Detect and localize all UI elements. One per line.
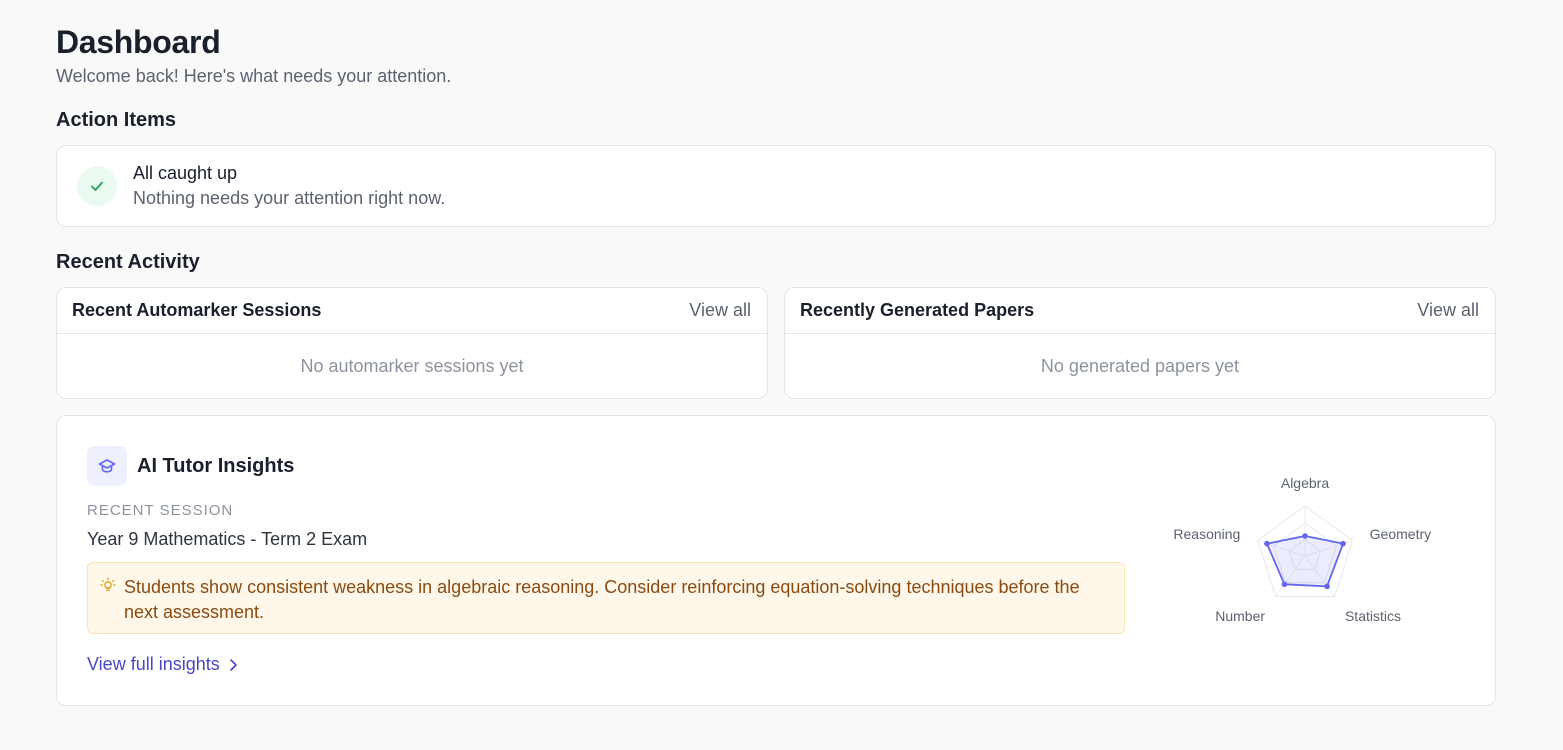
generated-papers-card: Recently Generated Papers View all No ge… xyxy=(784,287,1496,399)
view-full-insights-link[interactable]: View full insights xyxy=(87,654,238,675)
check-icon xyxy=(77,166,117,206)
radar-point-number xyxy=(1281,581,1288,588)
papers-empty-state: No generated papers yet xyxy=(1040,356,1240,376)
radar-label-algebra: Algebra xyxy=(1281,475,1329,491)
radar-label-reasoning: Reasoning xyxy=(1173,526,1240,542)
action-status-title: All caught up xyxy=(133,163,238,183)
automarker-card-title: Recent Automarker Sessions xyxy=(72,300,322,320)
insight-alert: Students show consistent weakness in alg… xyxy=(87,562,1125,634)
graduation-cap-icon xyxy=(87,446,127,486)
automarker-sessions-card: Recent Automarker Sessions View all No a… xyxy=(56,287,768,399)
skills-radar-chart: Algebra Geometry Statistics Number Reasoning xyxy=(1173,475,1431,624)
page-subtitle: Welcome back! Here's what needs your att… xyxy=(56,66,452,86)
radar-label-statistics: Statistics xyxy=(1345,608,1401,624)
radar-point-reasoning xyxy=(1264,540,1270,547)
papers-view-all-link[interactable]: View all xyxy=(1417,300,1479,321)
page-title: Dashboard xyxy=(56,24,221,60)
radar-point-geometry xyxy=(1340,540,1346,547)
radar-series-area xyxy=(1266,535,1344,588)
chevron-right-icon xyxy=(229,658,237,671)
automarker-view-all-link[interactable]: View all xyxy=(689,300,751,321)
papers-card-title: Recently Generated Papers xyxy=(800,300,1035,320)
action-status-message: Nothing needs your attention right now. xyxy=(133,188,446,208)
view-full-insights-label: View full insights xyxy=(87,654,220,674)
action-items-heading: Action Items xyxy=(56,109,177,131)
radar-label-geometry: Geometry xyxy=(1370,526,1431,542)
automarker-empty-state: No automarker sessions yet xyxy=(300,356,524,376)
insight-alert-text: Students show consistent weakness in alg… xyxy=(124,577,1080,622)
recent-activity-grid: Recent Automarker Sessions View all No a… xyxy=(56,287,1496,399)
action-items-card: All caught up Nothing needs your attenti… xyxy=(56,145,1496,227)
radar-label-number: Number xyxy=(1215,608,1265,624)
ai-tutor-insights-card: AI Tutor Insights RECENT SESSION Year 9 … xyxy=(56,415,1496,706)
papers-card-header: Recently Generated Papers View all xyxy=(785,288,1495,334)
automarker-card-header: Recent Automarker Sessions View all xyxy=(57,288,767,334)
recent-activity-heading: Recent Activity xyxy=(56,251,200,273)
radar-point-statistics xyxy=(1324,583,1330,590)
insights-title: AI Tutor Insights xyxy=(137,454,295,477)
lightbulb-icon xyxy=(100,577,116,633)
dashboard-page: Dashboard Welcome back! Here's what need… xyxy=(56,22,1496,706)
radar-point-algebra xyxy=(1302,533,1308,539)
